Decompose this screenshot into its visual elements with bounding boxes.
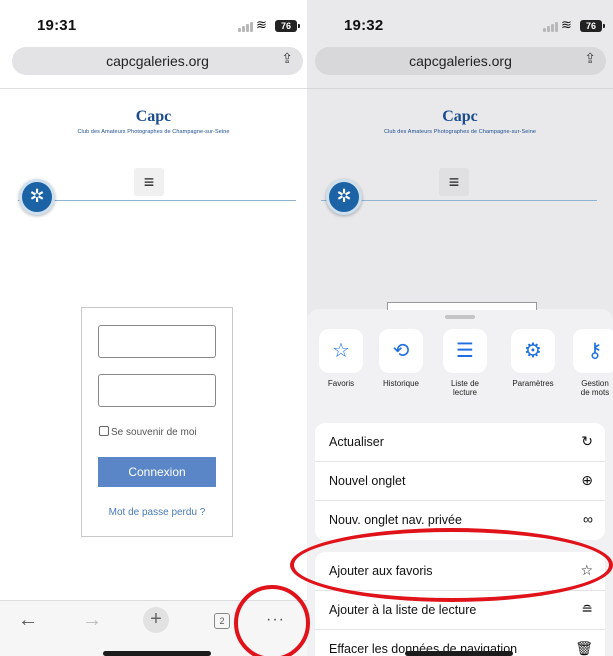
menu-item-label: Nouvel onglet	[329, 474, 406, 488]
status-bar: 19:31 ≋ 76	[0, 0, 307, 42]
header-rule	[321, 200, 597, 201]
menu-item-label: Actualiser	[329, 435, 384, 449]
left-screenshot: 19:31 ≋ 76 capcgaleries.org ⇪ Capc Club …	[0, 0, 307, 656]
wifi-icon: ≋	[256, 17, 267, 32]
new-tab-button[interactable]: +	[143, 607, 169, 633]
trash-icon: 🗑	[575, 640, 593, 656]
share-icon[interactable]: ⇪	[584, 50, 596, 67]
key-icon[interactable]: ⚷	[573, 329, 613, 373]
divider	[0, 88, 307, 89]
header-rule	[18, 200, 296, 201]
site-tagline: Club des Amateurs Photographes de Champa…	[383, 129, 537, 135]
shortcut-parametres[interactable]: ⚙ Paramètres	[503, 329, 563, 388]
address-bar-url: capcgaleries.org	[106, 53, 209, 69]
tab-count-button[interactable]: 2	[214, 613, 230, 629]
remember-me-label: Se souvenir de moi	[111, 427, 197, 438]
reading-list-icon[interactable]: ☰	[443, 329, 487, 373]
status-icons: ≋ 76	[543, 17, 607, 34]
shortcut-historique[interactable]: ⟲ Historique	[371, 329, 431, 388]
logo-mark: Capc	[135, 108, 172, 125]
reading-list-add-icon: ≘	[581, 601, 593, 617]
history-icon[interactable]: ⟲	[379, 329, 423, 373]
home-indicator	[405, 651, 513, 656]
gear-icon[interactable]: ⚙	[511, 329, 555, 373]
forward-icon[interactable]: →	[82, 609, 102, 632]
menu-icon[interactable]: ≡	[134, 168, 164, 196]
shortcut-gestion-de-mots[interactable]: ⚷ Gestion de mots	[565, 329, 613, 397]
address-bar[interactable]: capcgaleries.org ⇪	[315, 47, 606, 75]
address-bar[interactable]: capcgaleries.org ⇪	[12, 47, 303, 75]
home-indicator	[103, 651, 211, 656]
annotation-circle-more-button	[234, 585, 310, 656]
remember-me-checkbox[interactable]: Se souvenir de moi	[99, 426, 197, 438]
site-logo[interactable]: Capc Club des Amateurs Photographes de C…	[0, 108, 307, 135]
browser-menu-sheet: ☆ Favoris ⟲ Historique ☰ Liste de lectur…	[307, 302, 613, 656]
logo-mark: Capc	[442, 108, 478, 125]
sheet-grabber[interactable]	[445, 315, 475, 319]
username-input[interactable]	[98, 325, 216, 358]
wifi-icon: ≋	[561, 17, 572, 32]
accessibility-icon[interactable]: ✲	[326, 179, 362, 215]
annotation-circle-add-favorites	[290, 528, 613, 602]
menu-group-1: Actualiser ↻ Nouvel onglet ⊕ Nouv. ongle…	[315, 423, 605, 540]
menu-item-label: Ajouter à la liste de lecture	[329, 603, 477, 617]
status-icons: ≋ 76	[238, 17, 302, 34]
menu-item-label: Nouv. onglet nav. privée	[329, 513, 462, 527]
battery-icon: 76	[580, 20, 605, 32]
menu-icon[interactable]: ≡	[439, 168, 469, 196]
login-form: Se souvenir de moi Connexion Mot de pass…	[81, 307, 233, 537]
battery-icon: 76	[275, 20, 300, 32]
status-time: 19:31	[37, 17, 77, 34]
divider	[307, 88, 613, 89]
login-form-peek	[387, 302, 537, 310]
address-bar-url: capcgaleries.org	[409, 53, 512, 69]
shortcut-label: Gestion de mots	[580, 379, 610, 397]
menu-item-nouvel-onglet[interactable]: Nouvel onglet ⊕	[315, 462, 605, 501]
reload-icon: ↻	[581, 433, 593, 449]
shortcut-label: Liste de lecture	[450, 379, 480, 397]
menu-item-actualiser[interactable]: Actualiser ↻	[315, 423, 605, 462]
star-icon[interactable]: ☆	[319, 329, 363, 373]
checkbox-icon[interactable]	[99, 426, 109, 436]
back-icon[interactable]: ←	[18, 609, 38, 632]
shortcut-favoris[interactable]: ☆ Favoris	[311, 329, 371, 388]
site-tagline: Club des Amateurs Photographes de Champa…	[77, 129, 230, 135]
site-logo[interactable]: Capc Club des Amateurs Photographes de C…	[307, 108, 613, 135]
shortcut-liste-de-lecture[interactable]: ☰ Liste de lecture	[435, 329, 495, 397]
shortcut-label: Favoris	[327, 379, 355, 388]
accessibility-icon[interactable]: ✲	[19, 179, 55, 215]
status-bar: 19:32 ≋ 76	[307, 0, 613, 42]
shortcut-label: Historique	[382, 379, 419, 388]
shortcut-label: Paramètres	[512, 379, 554, 388]
new-tab-icon: ⊕	[581, 472, 593, 488]
incognito-icon: ∞	[583, 511, 593, 527]
share-icon[interactable]: ⇪	[281, 50, 293, 67]
lost-password-link[interactable]: Mot de passe perdu ?	[82, 507, 232, 518]
login-button[interactable]: Connexion	[98, 457, 216, 487]
password-input[interactable]	[98, 374, 216, 407]
shortcut-row: ☆ Favoris ⟲ Historique ☰ Liste de lectur…	[307, 329, 613, 419]
status-time: 19:32	[344, 17, 384, 34]
